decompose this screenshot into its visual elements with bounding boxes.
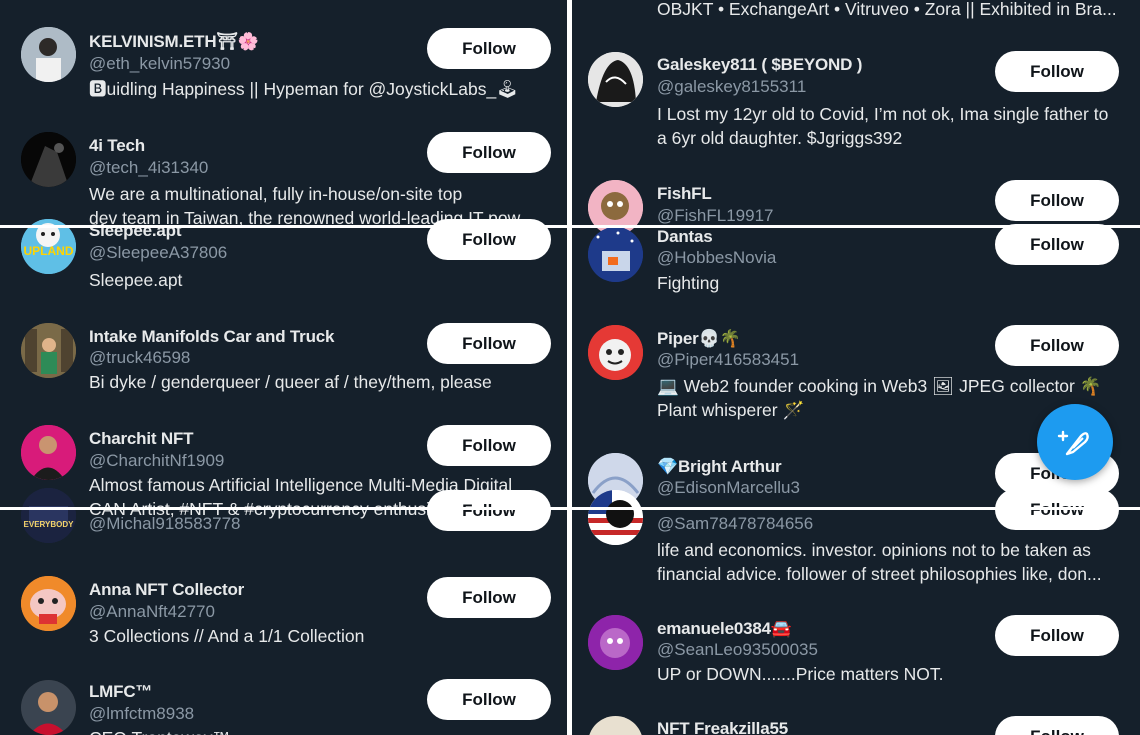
user-bio-line-2: a 6yr old daughter. $Jgriggs392 xyxy=(657,128,903,148)
avatar[interactable] xyxy=(588,227,643,282)
follow-button[interactable]: Follow xyxy=(427,132,551,173)
user-handle[interactable]: @lmfctm8938 xyxy=(89,704,194,724)
avatar[interactable] xyxy=(21,425,76,480)
user-name[interactable]: Anna NFT Collector xyxy=(89,580,244,600)
user-name[interactable]: 💎Bright Arthur xyxy=(657,457,782,477)
avatar[interactable] xyxy=(588,615,643,670)
user-handle[interactable]: @EdisonMarcellu3 xyxy=(657,478,800,498)
user-bio: Sleepee.apt xyxy=(89,270,183,290)
avatar[interactable] xyxy=(21,680,76,735)
compose-button[interactable] xyxy=(1037,404,1113,480)
list-item[interactable]: Anna NFT Collector @AnnaNft42770 3 Colle… xyxy=(0,560,567,664)
avatar[interactable] xyxy=(21,323,76,378)
follow-button[interactable]: Follow xyxy=(427,28,551,69)
list-item[interactable]: Intake Manifolds Car and Truck @truck465… xyxy=(0,309,567,411)
user-name[interactable]: Galeskey811 ( $BEYOND ) xyxy=(657,55,862,75)
list-item[interactable]: 4i Tech @tech_4i31340 We are a multinati… xyxy=(0,110,567,228)
follow-button[interactable]: Follow xyxy=(995,325,1119,366)
follow-button[interactable]: Follow xyxy=(427,490,551,531)
user-handle[interactable]: @Sam78478784656 xyxy=(657,514,813,534)
user-name[interactable]: Charchit NFT xyxy=(89,429,194,449)
follow-button[interactable]: Follow xyxy=(427,323,551,364)
avatar[interactable] xyxy=(588,490,643,545)
avatar[interactable] xyxy=(588,52,643,107)
user-bio: OBJKT • ExchangeArt • Vitruveo • Zora ||… xyxy=(657,0,1117,19)
user-handle[interactable]: @AnnaNft42770 xyxy=(89,602,215,622)
user-bio-line-2: financial advice. follower of street phi… xyxy=(657,564,1102,584)
user-bio: CEO Trentaway™ xyxy=(89,726,559,735)
avatar[interactable] xyxy=(588,716,643,735)
user-handle[interactable]: @truck46598 xyxy=(89,348,190,368)
follow-button[interactable]: Follow xyxy=(995,51,1119,92)
user-name[interactable]: Dantas xyxy=(657,227,713,247)
list-item[interactable]: EVERYBODY @Michal918583778 Follow xyxy=(0,488,567,560)
follow-button[interactable]: Follow xyxy=(427,577,551,618)
column-divider xyxy=(567,0,572,735)
user-handle[interactable]: @tech_4i31340 xyxy=(89,158,208,178)
screenshot-seam xyxy=(0,507,1140,510)
follow-button[interactable]: Follow xyxy=(995,716,1119,735)
avatar[interactable] xyxy=(588,325,643,380)
follow-button[interactable]: Follow xyxy=(995,615,1119,656)
list-item[interactable]: @Sam78478784656 life and economics. inve… xyxy=(572,489,1140,602)
list-item[interactable]: Galeskey811 ( $BEYOND ) @galeskey8155311… xyxy=(572,38,1140,168)
user-handle[interactable]: @eth_kelvin57930 xyxy=(89,54,230,74)
list-item[interactable]: NFT Freakzilla55 Follow xyxy=(572,702,1140,735)
follow-button[interactable]: Follow xyxy=(427,425,551,466)
left-column: KELVINISM.ETH⛩🌸 @eth_kelvin57930 🅱uidlin… xyxy=(0,0,567,735)
avatar[interactable] xyxy=(21,576,76,631)
user-name[interactable]: LMFC™ xyxy=(89,682,152,702)
follow-button[interactable]: Follow xyxy=(995,180,1119,221)
list-item[interactable]: emanuele0384🚘 @SeanLeo93500035 UP or DOW… xyxy=(572,602,1140,702)
avatar[interactable] xyxy=(21,27,76,82)
list-item[interactable]: LMFC™ @lmfctm8938 CEO Trentaway™ Follow xyxy=(0,664,567,735)
list-item[interactable]: KELVINISM.ETH⛩🌸 @eth_kelvin57930 🅱uidlin… xyxy=(0,0,567,110)
avatar-label: UPLAND xyxy=(23,244,74,258)
user-bio: Bi dyke / genderqueer / queer af / they/… xyxy=(89,372,492,392)
user-handle[interactable]: @HobbesNovia xyxy=(657,248,776,268)
user-handle[interactable]: @CharchitNf1909 xyxy=(89,451,224,471)
user-handle[interactable]: @SeanLeo93500035 xyxy=(657,640,818,660)
user-handle[interactable]: @Michal918583778 xyxy=(89,514,240,534)
follow-button[interactable]: Follow xyxy=(427,679,551,720)
user-name[interactable]: Sleepee.apt xyxy=(89,221,181,241)
user-bio: UP or DOWN.......Price matters NOT. xyxy=(657,664,944,684)
feather-plus-icon xyxy=(1057,430,1089,456)
right-column: OBJKT • ExchangeArt • Vitruveo • Zora ||… xyxy=(572,0,1140,735)
avatar[interactable]: EVERYBODY xyxy=(21,488,76,543)
follow-button[interactable]: Follow xyxy=(995,224,1119,265)
list-item[interactable]: Dantas @HobbesNovia Fighting Follow xyxy=(572,224,1140,315)
user-bio: life and economics. investor. opinions n… xyxy=(657,540,1091,560)
avatar-label: EVERYBODY xyxy=(23,520,74,529)
user-name[interactable]: NFT Freakzilla55 xyxy=(657,719,788,735)
list-item[interactable]: UPLAND Sleepee.apt @SleepeeA37806 Sleepe… xyxy=(0,219,567,309)
user-bio: I Lost my 12yr old to Covid, I’m not ok,… xyxy=(657,104,1109,124)
user-bio: 💻 Web2 founder cooking in Web3 🖼 JPEG co… xyxy=(657,376,1102,396)
user-name[interactable]: emanuele0384🚘 xyxy=(657,619,792,639)
user-bio: 3 Collections // And a 1/1 Collection xyxy=(89,626,365,646)
user-handle[interactable]: @Piper416583451 xyxy=(657,350,799,370)
screenshot-seam xyxy=(0,225,1140,228)
user-bio: Fighting xyxy=(657,273,720,293)
user-name[interactable]: FishFL xyxy=(657,184,712,204)
user-name[interactable]: Intake Manifolds Car and Truck xyxy=(89,327,334,347)
user-handle[interactable]: @SleepeeA37806 xyxy=(89,243,227,263)
list-item[interactable]: FishFL @FishFL19917 Follow xyxy=(572,168,1140,235)
user-name[interactable]: KELVINISM.ETH⛩🌸 xyxy=(89,32,259,52)
user-bio: We are a multinational, fully in-house/o… xyxy=(89,184,463,204)
user-bio: 🅱uidling Happiness || Hypeman for @Joyst… xyxy=(89,79,519,99)
user-name[interactable]: Piper💀🌴 xyxy=(657,329,741,349)
avatar[interactable] xyxy=(21,132,76,187)
user-handle[interactable]: @galeskey8155311 xyxy=(657,77,806,97)
user-name[interactable]: 4i Tech xyxy=(89,136,145,156)
user-handle[interactable]: @FishFL19917 xyxy=(657,206,774,226)
